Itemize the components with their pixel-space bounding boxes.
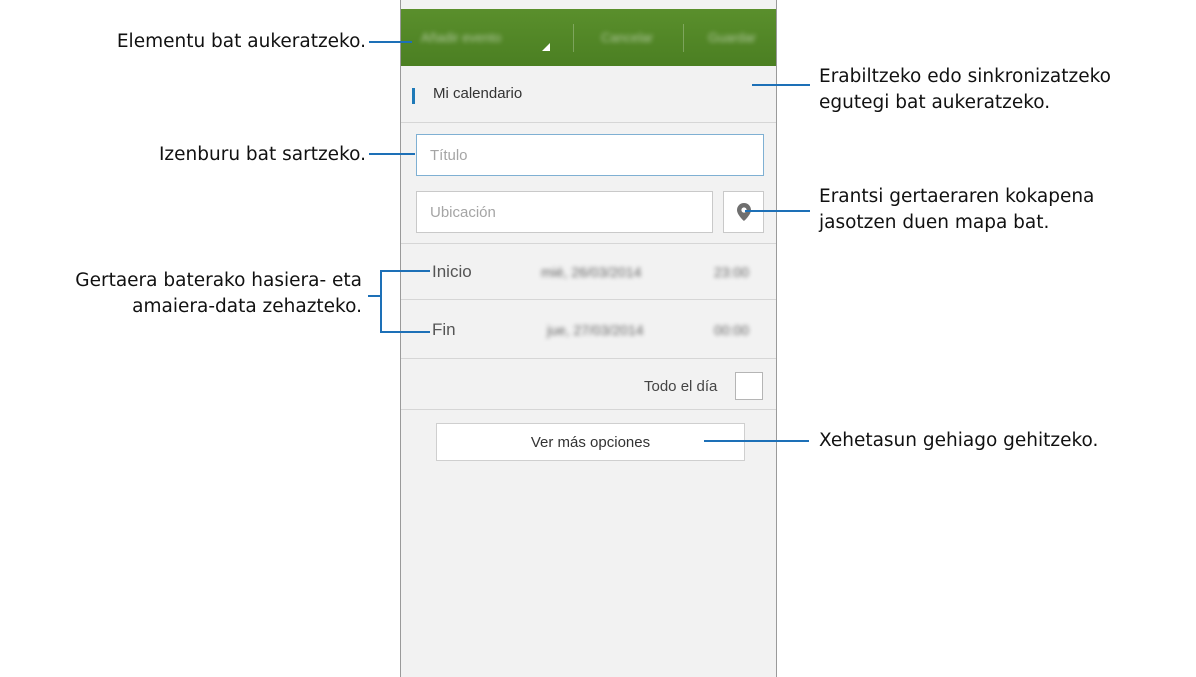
callout-line <box>745 210 810 212</box>
callout-line <box>369 153 415 155</box>
annotation-dates-line1: Gertaera baterako hasiera- eta <box>75 270 362 291</box>
map-pin-button[interactable] <box>723 191 764 233</box>
callout-line <box>369 41 412 43</box>
annotation-dates-line2: amaiera-data zehazteko. <box>132 295 362 317</box>
start-date[interactable]: mié, 26/03/2014 <box>541 264 641 280</box>
calendar-color-indicator <box>412 88 415 104</box>
annotation-calendar-line1: Erabiltzeko edo sinkronizatzeko <box>819 66 1111 87</box>
end-date[interactable]: jue, 27/03/2014 <box>547 322 644 338</box>
annotation-calendar-line2: egutegi bat aukeratzeko. <box>819 91 1051 113</box>
annotation-calendar: Erabiltzeko edo sinkronizatzeko egutegi … <box>819 64 1111 115</box>
divider <box>401 358 776 359</box>
calendar-name: Mi calendario <box>433 85 523 102</box>
location-input[interactable]: Ubicación <box>416 191 713 233</box>
divider <box>401 299 776 300</box>
phone-screen: Añadir evento Cancelar Guardar Mi calend… <box>400 0 777 677</box>
action-bar: Añadir evento Cancelar Guardar <box>401 9 776 66</box>
divider <box>401 409 776 410</box>
callout-line <box>704 440 809 442</box>
end-time[interactable]: 00:00 <box>714 322 749 338</box>
callout-line <box>752 84 810 86</box>
callout-line <box>380 331 430 333</box>
annotation-select-item: Elementu bat aukeratzeko. <box>116 31 366 52</box>
cancel-button[interactable]: Cancelar <box>577 20 677 54</box>
calendar-selector[interactable]: Mi calendario <box>401 66 776 123</box>
callout-line <box>380 270 430 272</box>
title-input[interactable]: Título <box>416 134 764 176</box>
annotation-title: Izenburu bat sartzeko. <box>158 144 366 165</box>
event-type-spinner[interactable]: Añadir evento <box>407 20 554 54</box>
map-pin-icon <box>736 203 751 221</box>
annotation-map: Erantsi gertaeraren kokapena jasotzen du… <box>819 184 1094 235</box>
annotation-dates: Gertaera baterako hasiera- eta amaiera-d… <box>75 268 362 319</box>
start-label: Inicio <box>432 262 472 281</box>
location-placeholder: Ubicación <box>430 203 496 221</box>
action-divider <box>573 24 574 52</box>
action-divider <box>683 24 684 52</box>
title-placeholder: Título <box>430 146 468 164</box>
annotation-more-details: Xehetasun gehiago gehitzeko. <box>819 430 1099 451</box>
more-options-button[interactable]: Ver más opciones <box>436 423 745 461</box>
all-day-label: Todo el día <box>644 378 718 395</box>
callout-bracket <box>380 270 382 333</box>
end-label: Fin <box>432 320 456 339</box>
annotation-map-line2: jasotzen duen mapa bat. <box>819 211 1050 233</box>
annotation-map-line1: Erantsi gertaeraren kokapena <box>819 186 1095 207</box>
all-day-checkbox[interactable] <box>735 372 763 400</box>
save-button[interactable]: Guardar <box>687 20 777 54</box>
start-time[interactable]: 23:00 <box>714 264 749 280</box>
divider <box>401 243 776 244</box>
spinner-dropdown-indicator <box>542 43 550 51</box>
